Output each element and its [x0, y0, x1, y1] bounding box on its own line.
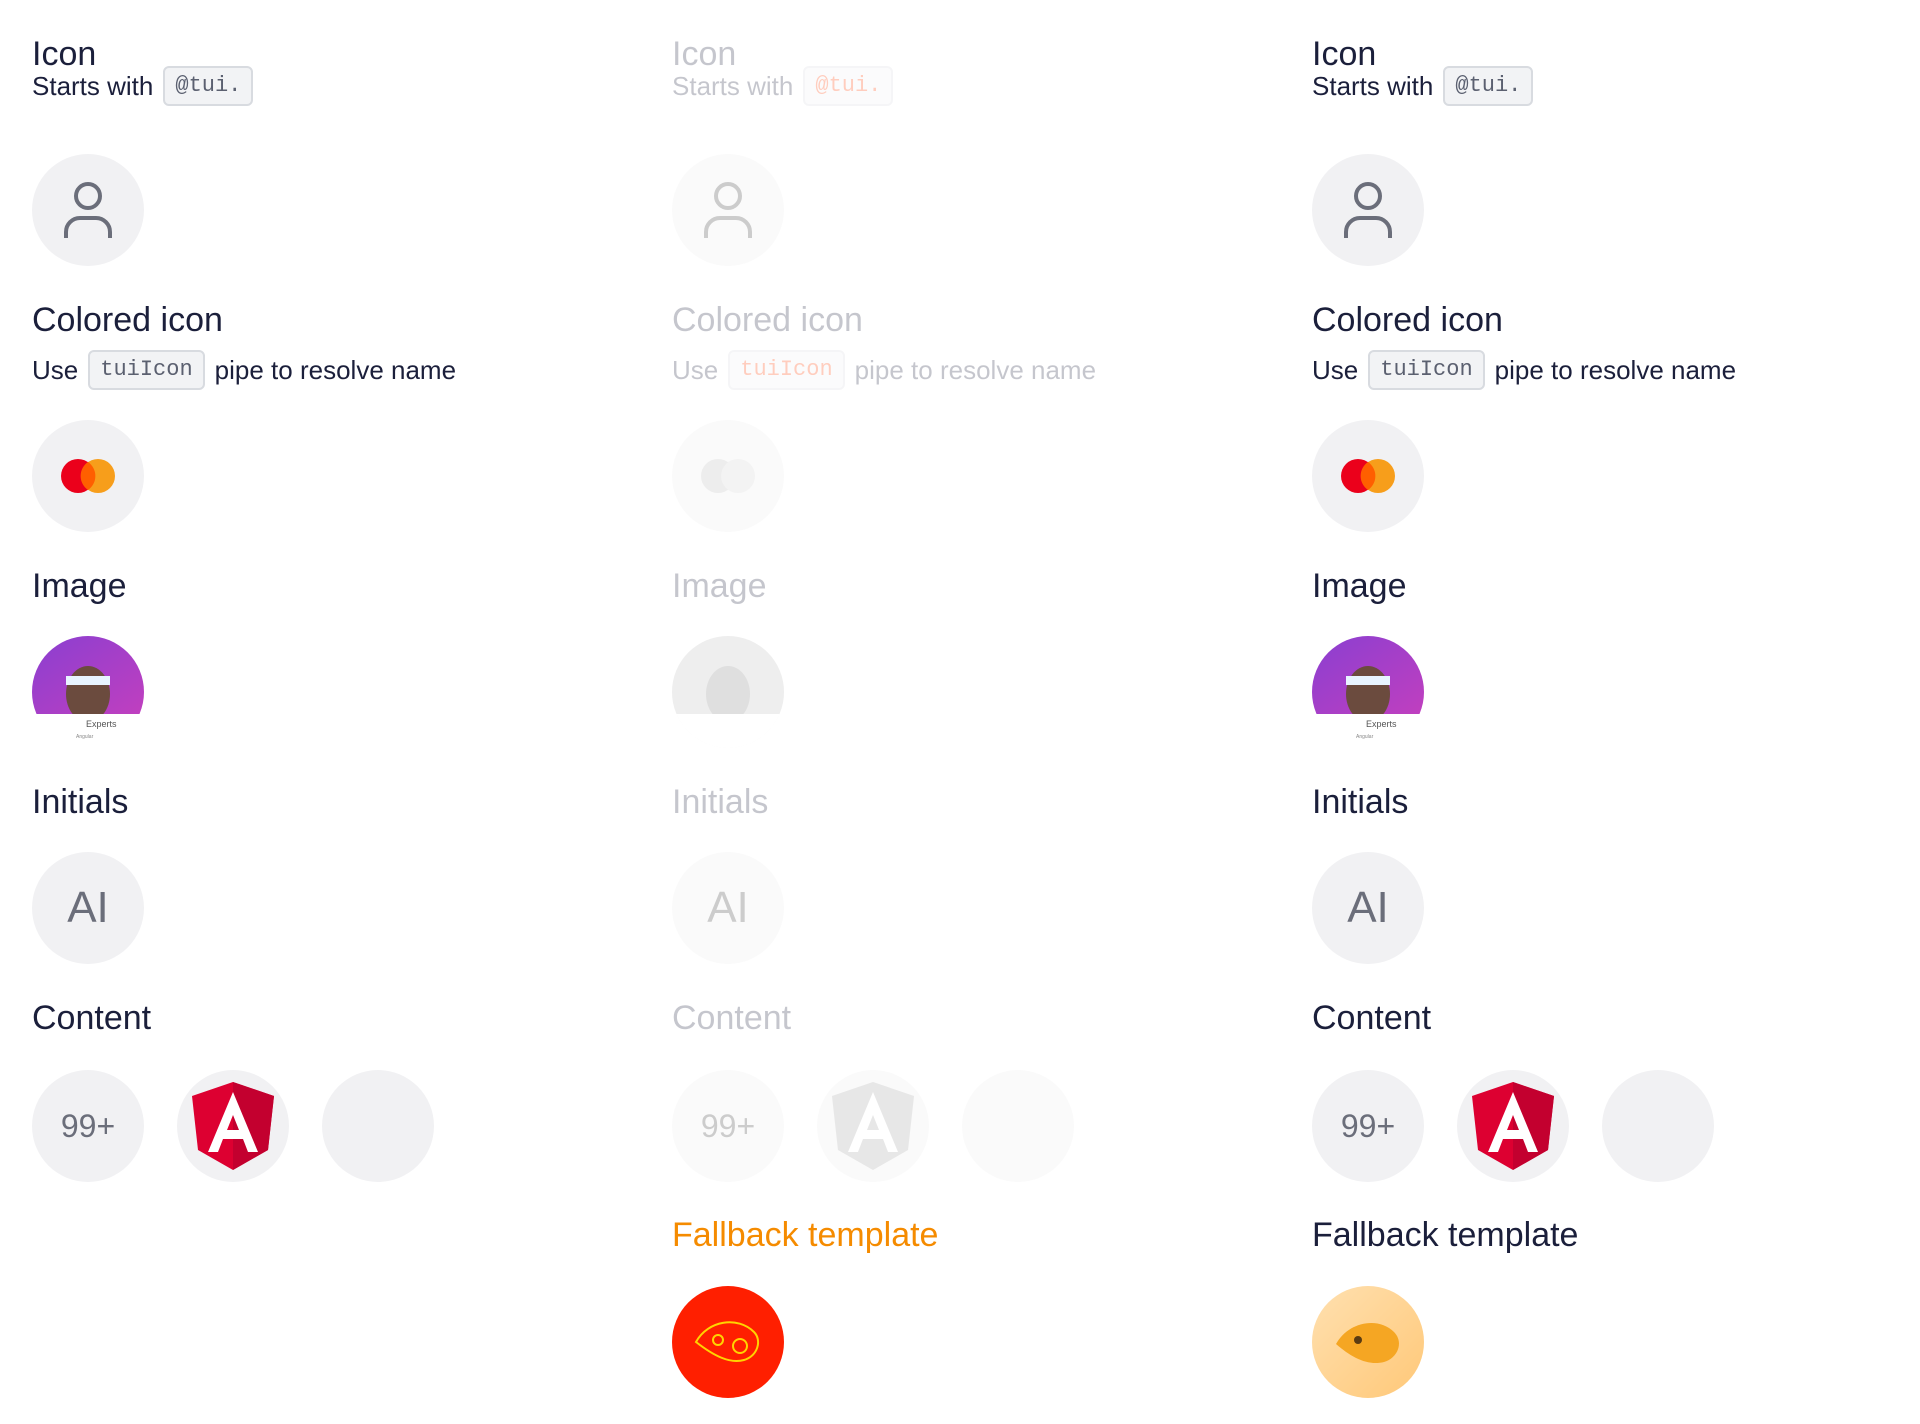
section-subtitle-colored-icon: Use tuiIcon pipe to resolve name [32, 350, 456, 390]
avatar-initials: AI [1312, 852, 1424, 964]
section-title-initials: Initials [1312, 783, 1409, 821]
user-icon [64, 182, 112, 238]
avatar-colored-icon [32, 420, 144, 532]
angular-logo [1472, 1082, 1554, 1170]
code-snippet: tuiIcon [728, 350, 845, 390]
svg-text:Experts: Experts [1366, 719, 1397, 729]
portrait-image: Experts Angular [32, 636, 144, 748]
avatar-empty [322, 1070, 434, 1182]
user-icon [1344, 182, 1392, 238]
svg-text:Angular: Angular [1356, 734, 1374, 740]
code-snippet: @tui. [1443, 66, 1534, 106]
code-snippet: tuiIcon [1368, 350, 1485, 390]
avatar-empty [1602, 1070, 1714, 1182]
section-title-colored-icon: Colored icon [32, 301, 223, 339]
avatar-angular [1457, 1070, 1569, 1182]
avatar-initials: AI [672, 852, 784, 964]
angular-logo [192, 1082, 274, 1170]
avatar-fallback [672, 1286, 784, 1398]
portrait-image: Experts Angular [1312, 636, 1424, 748]
example-column-3: Icon Starts with @tui. Colored icon Use … [1280, 0, 1920, 1424]
section-title-colored-icon: Colored icon [1312, 301, 1503, 339]
avatar-icon [672, 154, 784, 266]
section-title-image: Image [1312, 567, 1407, 605]
avatar-colored-icon [1312, 420, 1424, 532]
avatar-angular [817, 1070, 929, 1182]
avatar-angular [177, 1070, 289, 1182]
avatar-image [672, 636, 784, 748]
avatar-image: Experts Angular [1312, 636, 1424, 748]
avatar-fallback [1312, 1286, 1424, 1398]
section-title-fallback: Fallback template [1312, 1216, 1579, 1254]
mastercard-icon [1341, 459, 1395, 493]
section-subtitle-icon: Starts with @tui. [1312, 66, 1534, 106]
avatar-badge: 99+ [1312, 1070, 1424, 1182]
fallback-animal-icon [694, 1321, 760, 1362]
mastercard-icon [701, 459, 755, 493]
avatar-initials: AI [32, 852, 144, 964]
section-title-content: Content [32, 999, 152, 1037]
avatar-image: Experts Angular [32, 636, 144, 748]
example-column-1: Icon Starts with @tui. Colored icon Use … [0, 0, 640, 1205]
avatar-icon [32, 154, 144, 266]
section-title-image: Image [32, 567, 127, 605]
section-title-fallback: Fallback template [672, 1216, 939, 1254]
code-snippet: @tui. [803, 66, 894, 106]
fallback-animal-icon [1336, 1322, 1399, 1364]
avatar-badge: 99+ [32, 1070, 144, 1182]
section-title-initials: Initials [672, 783, 769, 821]
mastercard-icon [61, 459, 115, 493]
avatar-icon [1312, 154, 1424, 266]
angular-logo [832, 1082, 914, 1170]
svg-text:Angular: Angular [76, 734, 94, 740]
section-subtitle-icon: Starts with @tui. [672, 66, 894, 106]
section-title-image: Image [672, 567, 767, 605]
section-subtitle-colored-icon: Use tuiIcon pipe to resolve name [1312, 350, 1736, 390]
section-title-content: Content [1312, 999, 1432, 1037]
user-icon [704, 182, 752, 238]
example-column-2: Icon Starts with @tui. Colored icon Use … [640, 0, 1280, 1424]
section-title-colored-icon: Colored icon [672, 301, 863, 339]
code-snippet: tuiIcon [88, 350, 205, 390]
portrait-image [672, 636, 784, 748]
section-subtitle-colored-icon: Use tuiIcon pipe to resolve name [672, 350, 1096, 390]
code-snippet: @tui. [163, 66, 254, 106]
avatar-empty [962, 1070, 1074, 1182]
section-subtitle-icon: Starts with @tui. [32, 66, 254, 106]
svg-text:Experts: Experts [86, 719, 117, 729]
avatar-badge: 99+ [672, 1070, 784, 1182]
avatar-colored-icon [672, 420, 784, 532]
section-title-initials: Initials [32, 783, 129, 821]
section-title-content: Content [672, 999, 792, 1037]
